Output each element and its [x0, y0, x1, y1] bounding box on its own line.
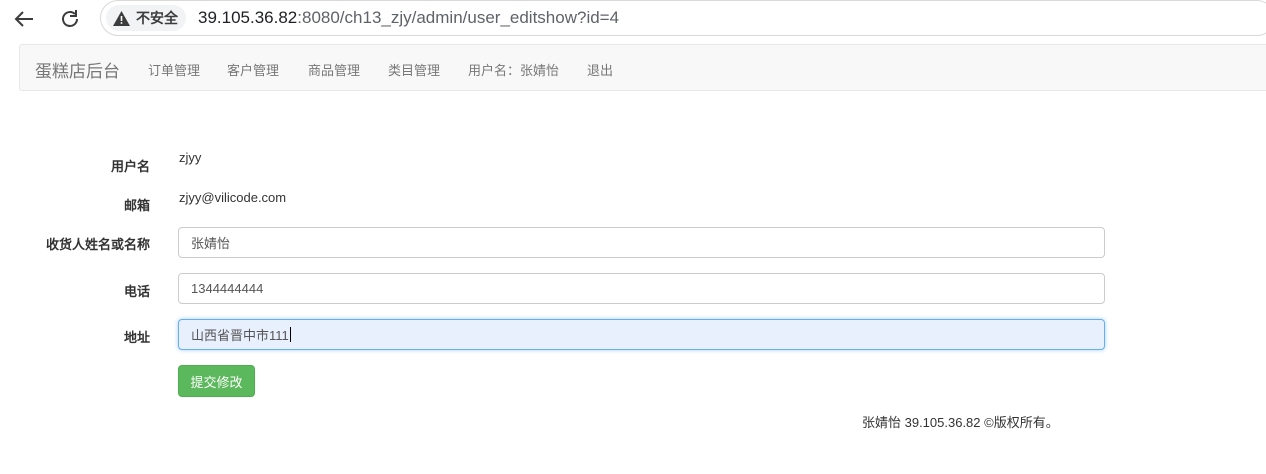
- nav-products[interactable]: 商品管理: [308, 60, 360, 79]
- site-navbar: 蛋糕店后台 订单管理 客户管理 商品管理 类目管理 用户名：张婧怡 退出: [19, 44, 1266, 91]
- security-label: 不安全: [136, 10, 178, 26]
- address-label: 地址: [123, 330, 150, 345]
- email-label: 邮箱: [123, 198, 150, 213]
- username-label: 用户名: [110, 159, 150, 174]
- name-input-value: 张婧怡: [191, 236, 231, 251]
- username-value: zjyy: [179, 150, 202, 165]
- phone-label: 电话: [123, 284, 150, 299]
- security-chip[interactable]: 不安全: [106, 5, 186, 31]
- browser-toolbar: 不安全 39.105.36.82:8080/ch13_zjy/admin/use…: [0, 0, 1266, 38]
- address-bar[interactable]: 不安全 39.105.36.82:8080/ch13_zjy/admin/use…: [100, 0, 1266, 36]
- footer-copyright: 张婧怡 39.105.36.82 ©版权所有。: [862, 415, 1059, 430]
- name-label: 收货人姓名或名称: [45, 237, 150, 252]
- reload-icon[interactable]: [55, 4, 85, 34]
- nav-current-user[interactable]: 用户名：张婧怡: [468, 60, 559, 79]
- address-input-value: 山西省晋中市111: [191, 328, 289, 343]
- url-host: 39.105.36.82: [198, 8, 298, 27]
- name-input[interactable]: 张婧怡: [178, 227, 1105, 258]
- email-value: zjyy@vilicode.com: [179, 190, 287, 205]
- phone-input[interactable]: 1344444444: [178, 273, 1105, 304]
- navbar-brand[interactable]: 蛋糕店后台: [35, 57, 120, 82]
- address-input[interactable]: 山西省晋中市111: [178, 319, 1105, 350]
- submit-button[interactable]: 提交修改: [178, 365, 255, 397]
- nav-customers[interactable]: 客户管理: [227, 60, 279, 79]
- phone-input-value: 1344444444: [191, 281, 264, 296]
- back-arrow-icon[interactable]: [9, 4, 39, 34]
- nav-logout[interactable]: 退出: [587, 60, 613, 79]
- nav-categories[interactable]: 类目管理: [388, 60, 440, 79]
- text-caret: [289, 327, 291, 342]
- url-path: :8080/ch13_zjy/admin/user_editshow?id=4: [297, 8, 620, 27]
- url-text[interactable]: 39.105.36.82:8080/ch13_zjy/admin/user_ed…: [198, 8, 619, 28]
- nav-orders[interactable]: 订单管理: [148, 60, 200, 79]
- warning-icon: [113, 10, 130, 26]
